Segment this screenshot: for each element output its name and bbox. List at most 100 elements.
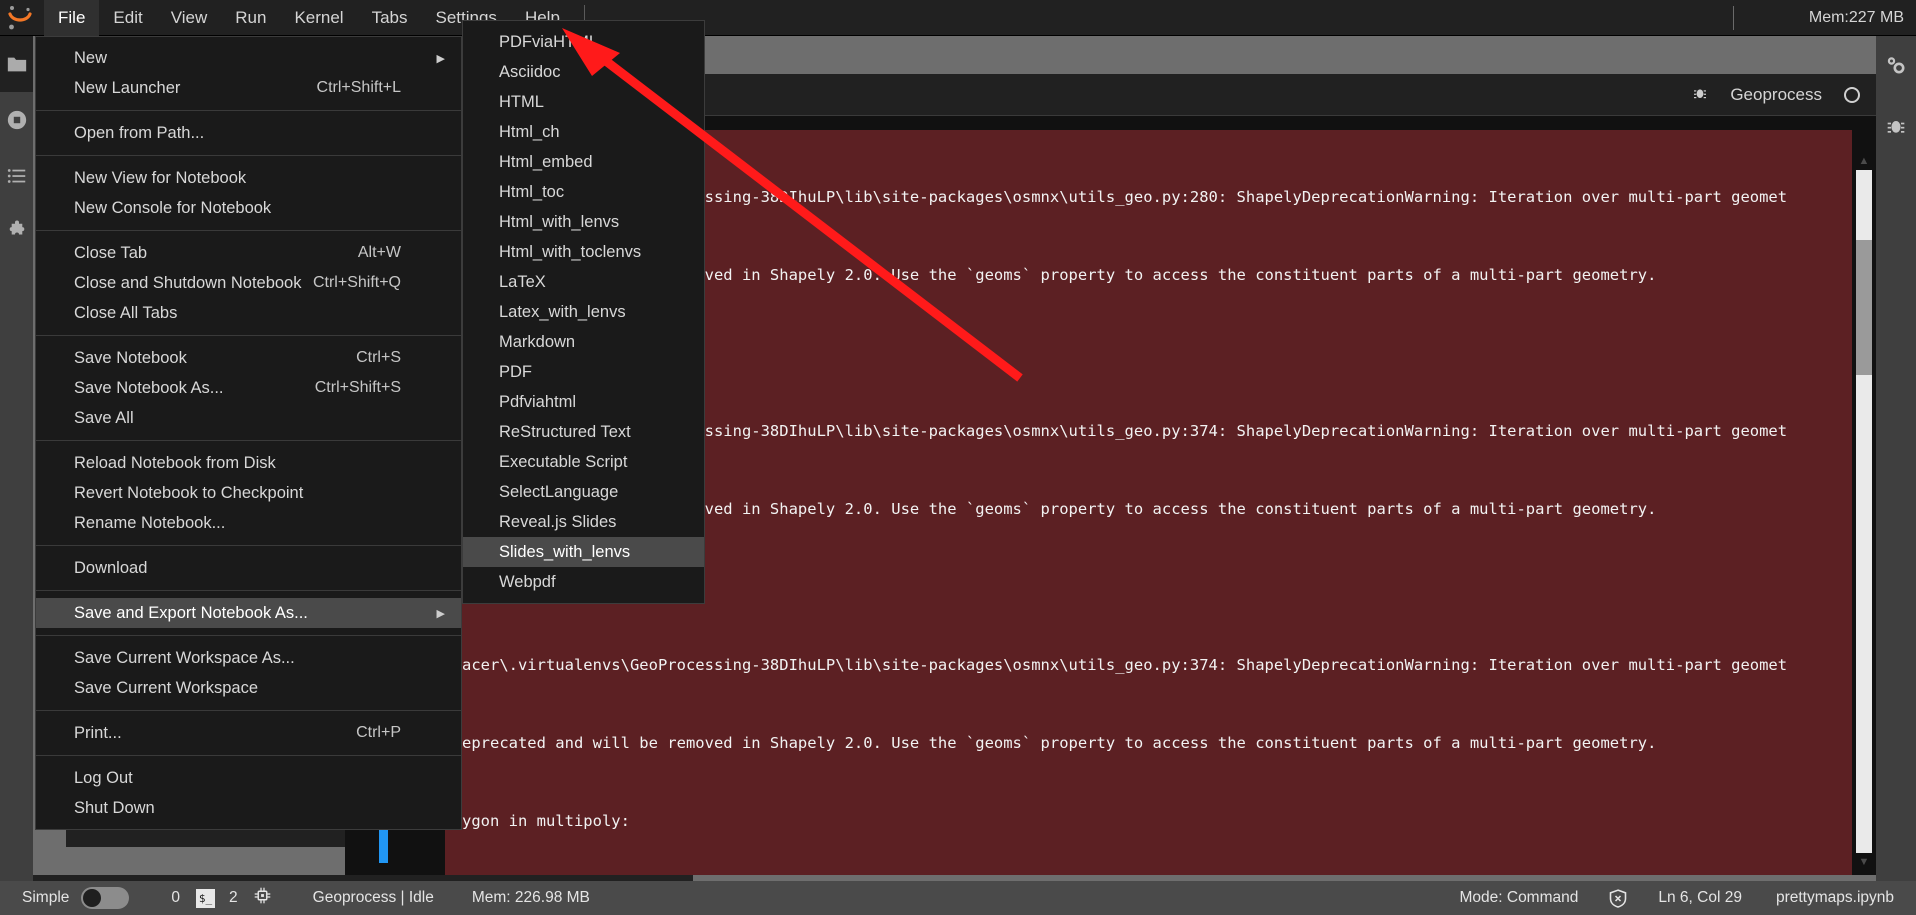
puzzle-icon	[9, 220, 24, 235]
menu-run[interactable]: Run	[221, 0, 280, 36]
submenu-item-html[interactable]: HTML	[463, 87, 704, 117]
menu-item-rename-notebook[interactable]: Rename Notebook...	[36, 508, 461, 538]
export-format-submenu: PDFviaHTML Asciidoc HTML Html_ch Html_em…	[462, 20, 705, 604]
submenu-item-html-with-lenvs[interactable]: Html_with_lenvs	[463, 207, 704, 237]
jupyterlab-window: File Edit View Run Kernel Tabs Settings …	[0, 0, 1916, 915]
submenu-item-html-toc[interactable]: Html_toc	[463, 177, 704, 207]
menu-divider	[36, 155, 461, 156]
sidebar-item-table-of-contents[interactable]	[0, 148, 33, 204]
jupyter-logo-icon	[0, 0, 40, 36]
menu-divider	[36, 590, 461, 591]
output-scrollbar[interactable]: ▲ ▼	[1856, 155, 1872, 868]
kernel-count[interactable]: 0	[171, 889, 180, 907]
menu-item-new-console-for-notebook[interactable]: New Console for Notebook	[36, 193, 461, 223]
submenu-item-html-with-toclenvs[interactable]: Html_with_toclenvs	[463, 237, 704, 267]
menu-item-shortcut: Ctrl+Shift+S	[314, 379, 401, 396]
submenu-item-pdf[interactable]: PDF	[463, 357, 704, 387]
submenu-item-markdown[interactable]: Markdown	[463, 327, 704, 357]
menu-divider	[36, 635, 461, 636]
status-bar-left: Simple 0 $_ 2 Geoprocess | Idle Mem: 226…	[22, 887, 590, 909]
submenu-item-label: Reveal.js Slides	[499, 512, 617, 531]
submenu-item-revealjs-slides[interactable]: Reveal.js Slides	[463, 507, 704, 537]
menu-tabs[interactable]: Tabs	[358, 0, 422, 36]
status-bar: Simple 0 $_ 2 Geoprocess | Idle Mem: 226…	[0, 881, 1916, 915]
menu-edit-label: Edit	[113, 7, 143, 27]
idle-circle-icon	[1844, 87, 1860, 103]
menu-item-save-all[interactable]: Save All	[36, 403, 461, 433]
menu-item-shut-down[interactable]: Shut Down	[36, 793, 461, 823]
menu-item-close-all-tabs[interactable]: Close All Tabs	[36, 298, 461, 328]
sidebar-item-debugger[interactable]	[1876, 96, 1916, 156]
bug-icon[interactable]	[1692, 85, 1708, 106]
menu-item-close-and-shutdown-notebook[interactable]: Close and Shutdown Notebook Ctrl+Shift+Q	[36, 268, 461, 298]
terminal-icon[interactable]: $_	[196, 888, 216, 908]
menu-item-shortcut: Ctrl+Shift+Q	[312, 274, 401, 291]
menu-item-save-notebook-as[interactable]: Save Notebook As... Ctrl+Shift+S	[36, 373, 461, 403]
folder-icon	[7, 57, 26, 72]
menu-item-new-view-for-notebook[interactable]: New View for Notebook	[36, 163, 461, 193]
menu-item-close-tab[interactable]: Close Tab Alt+W	[36, 238, 461, 268]
menu-item-save-current-workspace-as[interactable]: Save Current Workspace As...	[36, 643, 461, 673]
menu-item-save-current-workspace[interactable]: Save Current Workspace	[36, 673, 461, 703]
kernel-icon[interactable]	[254, 887, 271, 909]
menu-item-label: Save Current Workspace	[74, 678, 259, 697]
menu-item-open-from-path[interactable]: Open from Path...	[36, 118, 461, 148]
kernel-name-label[interactable]: Geoprocess	[1730, 85, 1822, 105]
sidebar-item-property-inspector[interactable]	[1876, 36, 1916, 96]
submenu-item-html-embed[interactable]: Html_embed	[463, 147, 704, 177]
submenu-item-label: Html_with_lenvs	[499, 212, 620, 231]
menu-item-label: New View for Notebook	[74, 168, 247, 187]
submenu-item-latex-with-lenvs[interactable]: Latex_with_lenvs	[463, 297, 704, 327]
sidebar-item-extension-manager[interactable]	[0, 204, 33, 260]
submenu-item-webpdf[interactable]: Webpdf	[463, 567, 704, 597]
scroll-down-arrow-icon[interactable]: ▼	[1856, 853, 1872, 871]
submenu-item-restructured-text[interactable]: ReStructured Text	[463, 417, 704, 447]
right-activity-bar	[1876, 36, 1916, 891]
cursor-position[interactable]: Ln 6, Col 29	[1658, 889, 1742, 907]
kernel-session-status[interactable]: Geoprocess | Idle	[313, 889, 434, 907]
simple-mode-toggle[interactable]	[81, 887, 130, 909]
terminal-count[interactable]: 2	[229, 889, 238, 907]
sidebar-item-running-sessions[interactable]	[0, 92, 33, 148]
menu-item-print[interactable]: Print... Ctrl+P	[36, 718, 461, 748]
menu-item-label: Save Current Workspace As...	[74, 648, 295, 667]
menu-bar: File Edit View Run Kernel Tabs Settings …	[0, 0, 1916, 36]
scroll-up-arrow-icon[interactable]: ▲	[1856, 152, 1872, 170]
menu-item-label: Save All	[74, 408, 134, 427]
submenu-item-asciidoc[interactable]: Asciidoc	[463, 57, 704, 87]
menu-divider	[36, 545, 461, 546]
submenu-item-latex[interactable]: LaTeX	[463, 267, 704, 297]
menu-view-label: View	[170, 7, 208, 27]
menu-item-shortcut: Ctrl+P	[356, 724, 401, 741]
menu-item-save-and-export-notebook-as[interactable]: Save and Export Notebook As... ▶	[36, 598, 461, 628]
submenu-item-selectlanguage[interactable]: SelectLanguage	[463, 477, 704, 507]
menu-item-label: New Console for Notebook	[74, 198, 272, 217]
submenu-item-label: LaTeX	[499, 272, 546, 291]
menu-item-revert-notebook-to-checkpoint[interactable]: Revert Notebook to Checkpoint	[36, 478, 461, 508]
menu-divider	[36, 440, 461, 441]
menu-item-new[interactable]: New ▶	[36, 43, 461, 73]
submenu-item-pdfviahtml[interactable]: PDFviaHTML	[463, 27, 704, 57]
submenu-item-slides-with-lenvs[interactable]: Slides_with_lenvs	[463, 537, 704, 567]
menu-item-reload-notebook-from-disk[interactable]: Reload Notebook from Disk	[36, 448, 461, 478]
menu-view[interactable]: View	[157, 0, 222, 36]
menu-kernel[interactable]: Kernel	[280, 0, 357, 36]
left-activity-bar	[0, 36, 33, 891]
menu-item-log-out[interactable]: Log Out	[36, 763, 461, 793]
menu-tabs-label: Tabs	[371, 7, 408, 27]
status-bar-right: Mode: Command Ln 6, Col 29 prettymaps.ip…	[1459, 888, 1894, 909]
submenu-item-pdfviahtml-lower[interactable]: Pdfviahtml	[463, 387, 704, 417]
menu-item-new-launcher[interactable]: New Launcher Ctrl+Shift+L	[36, 73, 461, 103]
chevron-right-icon: ▶	[436, 52, 445, 65]
scrollbar-thumb[interactable]	[1856, 240, 1872, 375]
menu-edit[interactable]: Edit	[99, 0, 156, 36]
submenu-item-label: Webpdf	[499, 572, 556, 591]
shield-x-icon[interactable]	[1608, 888, 1628, 909]
menu-file[interactable]: File	[44, 0, 100, 36]
menu-item-download[interactable]: Download	[36, 553, 461, 583]
menu-item-save-notebook[interactable]: Save Notebook Ctrl+S	[36, 343, 461, 373]
mem-divider	[1733, 6, 1734, 30]
submenu-item-html-ch[interactable]: Html_ch	[463, 117, 704, 147]
submenu-item-executable-script[interactable]: Executable Script	[463, 447, 704, 477]
sidebar-item-file-browser[interactable]	[0, 36, 33, 92]
